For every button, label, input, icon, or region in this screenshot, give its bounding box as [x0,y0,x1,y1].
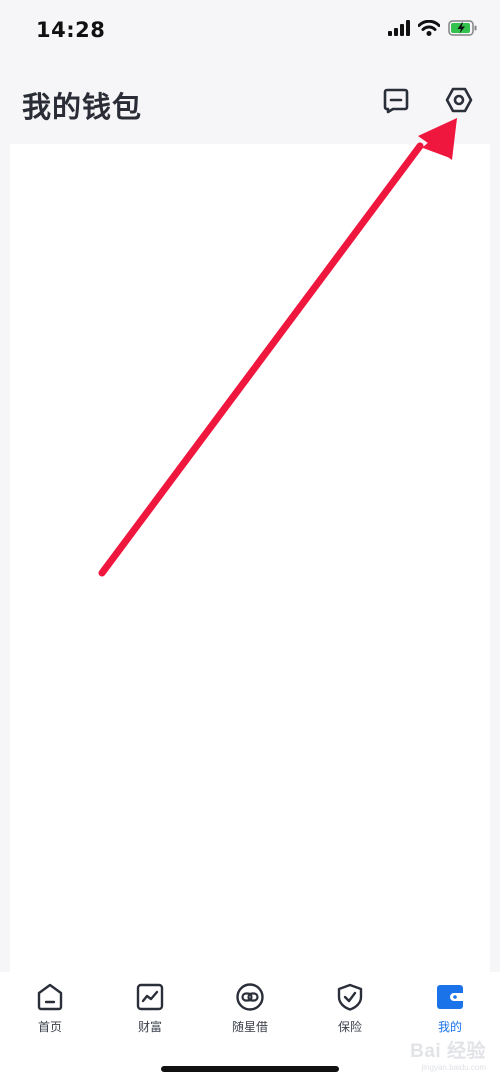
tab-wealth[interactable]: 财富 [100,982,200,1042]
status-icons [388,19,478,40]
wallet-content-area [10,144,490,974]
insurance-shield-icon [335,982,365,1012]
loan-link-icon [235,982,265,1012]
watermark-url: jingyan.baidu.com [421,1063,486,1072]
tab-home[interactable]: 首页 [0,982,100,1042]
page-title: 我的钱包 [22,90,143,124]
watermark: Bai 经验 jingyan.baidu.com [410,1036,486,1072]
tab-mine[interactable]: 我的 [400,982,500,1042]
status-bar: 14:28 [0,0,500,60]
tab-insurance[interactable]: 保险 [300,982,400,1042]
home-indicator[interactable] [161,1066,339,1072]
home-icon [35,982,65,1012]
header: 我的钱包 [0,70,500,140]
settings-hexagon-icon [444,85,474,119]
message-button[interactable] [380,86,412,118]
tab-wealth-label: 财富 [137,1020,162,1034]
watermark-logo: Bai 经验 [410,1041,486,1062]
settings-button[interactable] [443,86,475,118]
tab-insurance-label: 保险 [337,1020,362,1034]
tab-loan[interactable]: 随星借 [200,982,300,1042]
wallet-icon [435,982,465,1012]
message-icon [382,86,410,118]
tab-home-label: 首页 [37,1020,62,1034]
status-time: 14:28 [36,18,106,42]
tab-loan-label: 随星借 [231,1020,268,1034]
wifi-icon [417,19,441,40]
tab-mine-label: 我的 [437,1020,462,1034]
wealth-chart-icon [135,982,165,1012]
signal-icon [388,20,410,40]
battery-charging-icon [448,20,478,40]
